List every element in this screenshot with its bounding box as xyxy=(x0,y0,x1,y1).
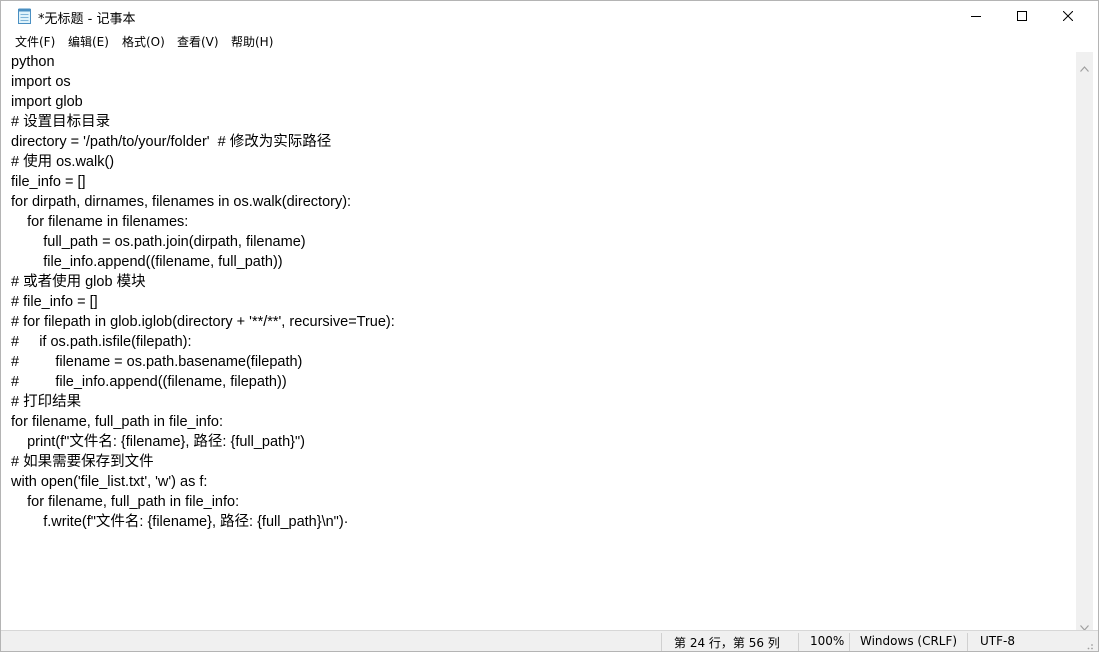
editor-line: # filename = os.path.basename(filepath) xyxy=(11,354,303,370)
zoom-level: 100% xyxy=(810,634,845,648)
editor-line: directory = '/path/to/your/folder' # 修改为… xyxy=(11,134,332,150)
maximize-button[interactable] xyxy=(999,1,1045,31)
menu-view[interactable]: 查看(V) xyxy=(177,33,219,50)
editor-line: import os xyxy=(11,74,71,90)
text-editor[interactable]: python import os import glob # 设置目标目录 di… xyxy=(9,52,1076,630)
status-divider xyxy=(798,633,799,651)
scroll-up-arrow-icon[interactable] xyxy=(1080,57,1089,76)
editor-line: with open('file_list.txt', 'w') as f: xyxy=(11,474,208,490)
cursor-position: 第 24 行，第 56 列 xyxy=(674,636,780,650)
notepad-icon xyxy=(18,8,31,24)
line-ending: Windows (CRLF) xyxy=(860,634,958,648)
editor-line: # 设置目标目录 xyxy=(11,114,111,130)
status-divider xyxy=(849,633,850,651)
menu-file[interactable]: 文件(F) xyxy=(15,33,55,50)
menu-edit[interactable]: 编辑(E) xyxy=(68,33,109,50)
minimize-icon xyxy=(971,16,981,17)
editor-line: for dirpath, dirnames, filenames in os.w… xyxy=(11,194,352,210)
maximize-icon xyxy=(1017,11,1027,21)
editor-line: # file_info = [] xyxy=(11,294,98,310)
editor-line: for filename, full_path in file_info: xyxy=(11,414,223,430)
menu-format[interactable]: 格式(O) xyxy=(122,33,165,50)
editor-line: # 使用 os.walk() xyxy=(11,154,115,170)
editor-line: file_info.append((filename, full_path)) xyxy=(11,254,283,270)
editor-line: # 或者使用 glob 模块 xyxy=(11,274,146,290)
editor-line: f.write(f"文件名: {filename}, 路径: {full_pat… xyxy=(11,514,349,530)
title-bar[interactable]: *无标题 - 记事本 xyxy=(1,1,1098,31)
status-bar: 第 24 行，第 56 列 100% Windows (CRLF) UTF-8 xyxy=(1,630,1098,651)
encoding: UTF-8 xyxy=(980,634,1015,648)
editor-line: import glob xyxy=(11,94,83,110)
editor-line: # for filepath in glob.iglob(directory +… xyxy=(11,314,395,330)
editor-line: # 打印结果 xyxy=(11,394,82,410)
vertical-scrollbar[interactable] xyxy=(1076,52,1093,631)
editor-line: file_info = [] xyxy=(11,174,86,190)
menu-help[interactable]: 帮助(H) xyxy=(231,33,273,50)
editor-line: for filename, full_path in file_info: xyxy=(11,494,240,510)
editor-line: # file_info.append((filename, filepath)) xyxy=(11,374,287,390)
close-button[interactable] xyxy=(1045,1,1091,31)
editor-line: print(f"文件名: {filename}, 路径: {full_path}… xyxy=(11,434,305,450)
status-divider xyxy=(967,633,968,651)
menu-bar: 文件(F) 编辑(E) 格式(O) 查看(V) 帮助(H) xyxy=(1,31,1098,51)
minimize-button[interactable] xyxy=(953,1,999,31)
notepad-window: *无标题 - 记事本 文件(F) 编辑(E) 格式(O) 查看(V) 帮助(H)… xyxy=(0,0,1099,652)
editor-line: # 如果需要保存到文件 xyxy=(11,454,154,470)
status-divider xyxy=(661,633,662,651)
close-icon xyxy=(1063,11,1073,21)
resize-grip-icon[interactable] xyxy=(1083,639,1094,651)
editor-line: for filename in filenames: xyxy=(11,214,189,230)
window-title: *无标题 - 记事本 xyxy=(38,12,136,27)
editor-line: python xyxy=(11,54,55,70)
editor-line: full_path = os.path.join(dirpath, filena… xyxy=(11,234,306,250)
editor-line: # if os.path.isfile(filepath): xyxy=(11,334,192,350)
